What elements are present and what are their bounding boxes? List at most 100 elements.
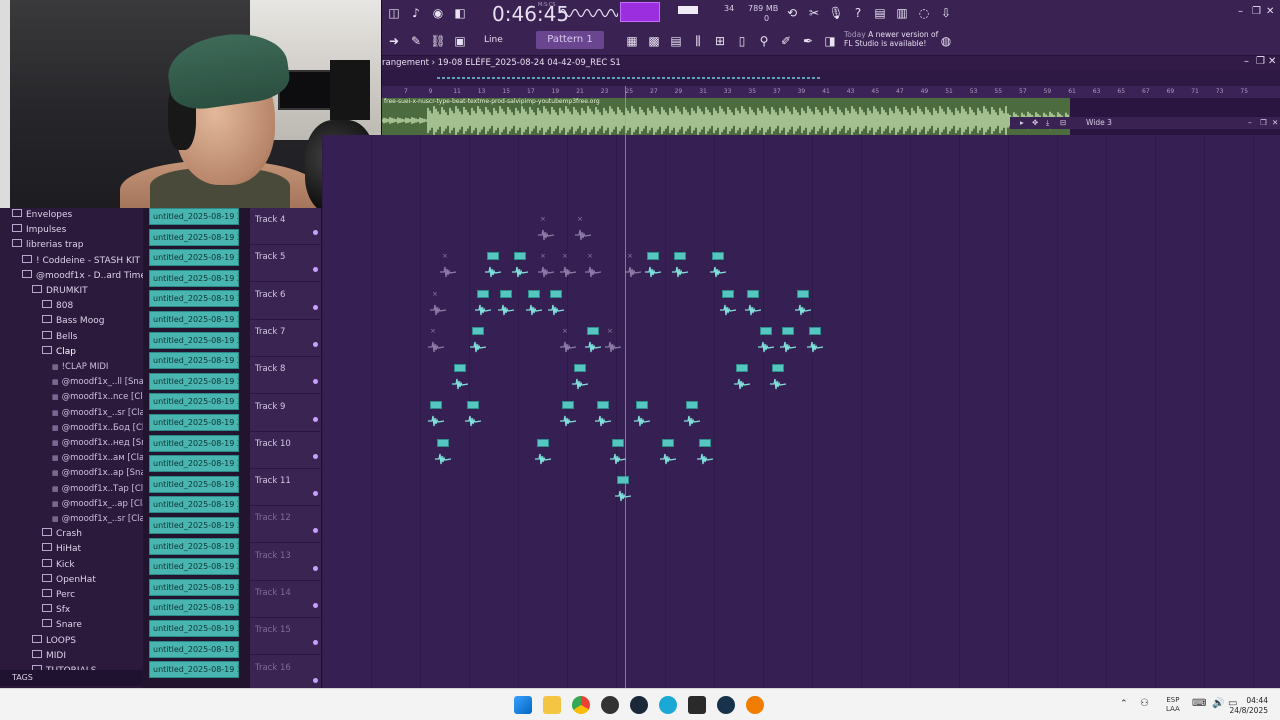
pattern-clip[interactable]	[514, 252, 526, 260]
browser-folder[interactable]: Crash	[42, 527, 82, 541]
stamp-icon[interactable]: ▣	[450, 32, 470, 50]
clip-item[interactable]: untitled_2025-08-19 21-	[149, 661, 239, 679]
clip-item[interactable]: untitled_2025-08-19 21-	[149, 249, 239, 267]
browser-folder[interactable]: librerias trap	[12, 238, 83, 252]
pattern-clip[interactable]	[587, 327, 599, 335]
track-header[interactable]: Track 4	[250, 208, 322, 245]
track-mute-dot[interactable]	[313, 416, 318, 422]
clip-item[interactable]: untitled_2025-08-19 21-	[149, 599, 239, 617]
track-header[interactable]: Track 7	[250, 320, 322, 357]
pattern-clip[interactable]	[736, 364, 748, 372]
pattern-clip[interactable]	[430, 401, 442, 409]
browser-folder[interactable]: Snare	[42, 618, 82, 632]
strip-close-icon[interactable]: ✕	[1272, 118, 1278, 127]
pattern-clip[interactable]	[550, 290, 562, 298]
ghost-pattern-clip[interactable]: ×	[442, 252, 454, 260]
browser-folder[interactable]: HiHat	[42, 542, 81, 556]
clip-item[interactable]: untitled_2025-08-19 21-	[149, 393, 239, 411]
track-mute-dot[interactable]	[313, 230, 318, 235]
pattern-clip[interactable]	[612, 439, 624, 447]
strip-tool-icon[interactable]: ✥	[1032, 118, 1038, 127]
track-mute-dot[interactable]	[313, 677, 318, 683]
clip-item[interactable]: untitled_2025-08-19 21-	[149, 558, 239, 576]
ghost-pattern-clip[interactable]: ×	[587, 252, 599, 260]
pattern-clip[interactable]	[686, 401, 698, 409]
track-header[interactable]: Track 13	[250, 544, 322, 581]
clip-item[interactable]: untitled_2025-08-19 21-	[149, 311, 239, 328]
app-icon[interactable]	[688, 696, 706, 714]
pattern-clip[interactable]	[500, 290, 512, 298]
track-mute-dot[interactable]	[313, 565, 318, 571]
browser-file[interactable]: @moodf1x_..sr [Clap]	[52, 512, 154, 526]
pattern-clip[interactable]	[562, 401, 574, 409]
track-mute-dot[interactable]	[313, 491, 318, 497]
ghost-pattern-clip[interactable]: ×	[540, 215, 552, 223]
clip-item[interactable]: untitled_2025-08-19 21-	[149, 475, 239, 493]
browser-file[interactable]: @moodf1x..nce [Clap]	[52, 390, 157, 404]
clip-item[interactable]: untitled_2025-08-19 21-	[149, 434, 239, 452]
browser-folder[interactable]: MIDI	[32, 649, 66, 663]
playlist-icon[interactable]: ▦	[622, 32, 642, 50]
browser-folder[interactable]: Envelopes	[12, 208, 72, 222]
start-icon[interactable]	[514, 696, 532, 714]
ghost-pattern-clip[interactable]: ×	[432, 290, 444, 298]
track-mute-dot[interactable]	[313, 304, 318, 310]
save-icon[interactable]: ▤	[870, 4, 890, 22]
pattern-clip[interactable]	[760, 327, 772, 335]
audio-clip-track[interactable]: free-suei-x-nuscr-type-beat-textme-prod-…	[382, 98, 1070, 135]
playlist-close-icon[interactable]: ✕	[1268, 56, 1276, 67]
pattern-clip[interactable]	[574, 364, 586, 372]
file-explorer-icon[interactable]	[543, 696, 561, 714]
ghost-pattern-clip[interactable]: ×	[562, 327, 574, 335]
chat-icon[interactable]: ◌	[914, 4, 934, 22]
ghost-pattern-clip[interactable]: ×	[577, 215, 589, 223]
draw-tool-icon[interactable]: ✎	[406, 32, 426, 50]
help-icon[interactable]: ?	[848, 4, 868, 22]
browser-folder[interactable]: @moodf1x - D..ard Times_	[22, 269, 155, 283]
mixer-icon[interactable]: ▥	[892, 4, 912, 22]
tray-chevron-icon[interactable]: ⌃	[1120, 699, 1128, 709]
ghost-pattern-clip[interactable]: ×	[627, 252, 639, 260]
clip-item[interactable]: untitled_2025-08-19 21-	[149, 290, 239, 308]
browser-folder[interactable]: ! Coddeine - STASH KIT V3 !	[22, 254, 161, 268]
browser-folder[interactable]: 808	[42, 299, 73, 313]
clip-item[interactable]: untitled_2025-08-19 21-	[149, 620, 239, 637]
track-header[interactable]: Track 9	[250, 395, 322, 432]
arrow-icon[interactable]: ➜	[384, 32, 404, 50]
pattern-clip[interactable]	[747, 290, 759, 298]
metronome-icon[interactable]: ♪	[406, 4, 426, 22]
ghost-pattern-clip[interactable]: ×	[562, 252, 574, 260]
playlist-overview[interactable]	[382, 70, 1280, 86]
chrome-icon[interactable]	[572, 696, 590, 714]
tray-app-icon[interactable]: ⚇	[1140, 698, 1149, 709]
clip-item[interactable]: untitled_2025-08-19 21-	[149, 578, 239, 596]
strip-arrow-icon[interactable]: ▸	[1020, 118, 1024, 127]
browser-file[interactable]: !CLAP MIDI	[52, 360, 109, 374]
system-clock[interactable]: 04:44 24/8/2025	[1230, 696, 1268, 716]
pattern-clip[interactable]	[597, 401, 609, 409]
strip-minimize-icon[interactable]: –	[1248, 118, 1252, 127]
playlist-grid[interactable]: × × × × × × × × × × ×	[322, 135, 1280, 688]
strip-maximize-icon[interactable]: ❐	[1260, 118, 1267, 127]
cut-icon[interactable]: ✂	[804, 4, 824, 22]
browser-folder[interactable]: Bass Moog	[42, 314, 104, 328]
piano-roll-icon[interactable]: ▩	[644, 32, 664, 50]
download-icon[interactable]: ⇩	[936, 4, 956, 22]
brush-icon[interactable]: ✐	[776, 32, 796, 50]
clip-item[interactable]: untitled_2025-08-19 21-	[149, 455, 239, 473]
pattern-clip[interactable]	[722, 290, 734, 298]
browser-folder[interactable]: Perc	[42, 588, 75, 602]
track-header[interactable]: Track 11	[250, 469, 322, 507]
track-mute-dot[interactable]	[313, 453, 318, 459]
clip-item[interactable]: untitled_2025-08-19 21-	[149, 517, 239, 534]
track-mute-dot[interactable]	[313, 267, 318, 273]
mixer-view-icon[interactable]: ⫼	[688, 32, 708, 50]
track-mute-dot[interactable]	[313, 528, 318, 534]
fl-studio-icon[interactable]	[746, 696, 764, 714]
clip-item[interactable]: untitled_2025-08-19 21-	[149, 331, 239, 349]
link-icon[interactable]: ⛓	[428, 32, 448, 50]
track-mute-dot[interactable]	[313, 603, 318, 608]
pattern-clip[interactable]	[647, 252, 659, 260]
clip-item[interactable]: untitled_2025-08-19 21-	[149, 640, 239, 658]
pattern-clip[interactable]	[712, 252, 724, 260]
